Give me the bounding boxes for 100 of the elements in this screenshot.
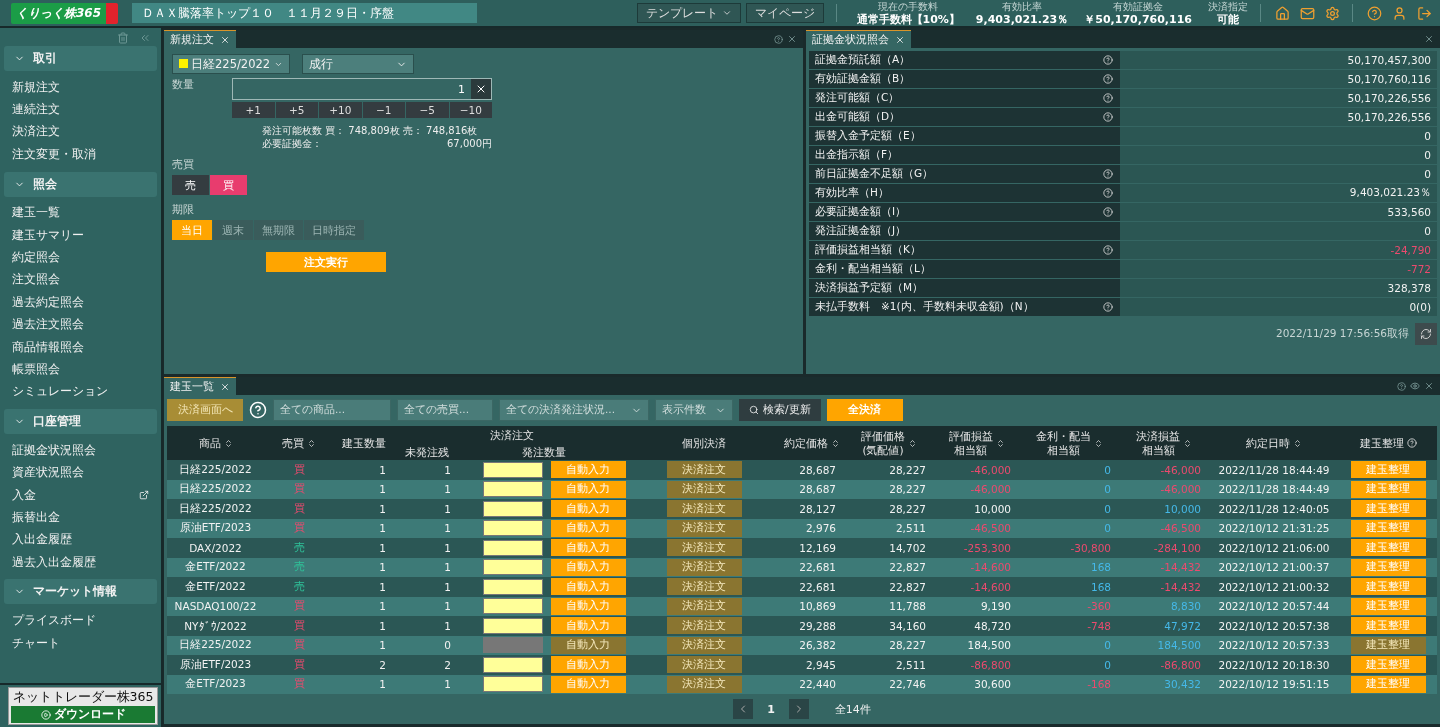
step-button[interactable]: +5 [275, 102, 318, 118]
sidebar-item[interactable]: 資産状況照会 [12, 465, 84, 481]
page-number[interactable]: 1 [759, 702, 783, 716]
sidebar-item[interactable]: 入金 [12, 487, 36, 503]
close-icon [220, 381, 230, 392]
table-cell-text: 買 [292, 482, 306, 497]
sidebar-item[interactable]: 連続注文 [12, 102, 60, 118]
sidebar-item[interactable]: 商品情報照会 [12, 339, 84, 355]
sidebar-item[interactable]: 証拠金状況照会 [12, 442, 96, 458]
sidebar-section[interactable]: 口座管理 [4, 409, 157, 435]
side-filter[interactable]: 全ての売買... [397, 399, 493, 421]
step-button[interactable]: −5 [406, 102, 449, 118]
column-header[interactable]: 金利・配当 [1035, 429, 1091, 443]
sidebar-item[interactable]: 建玉サマリー [12, 227, 84, 243]
step-button[interactable]: −1 [362, 102, 405, 118]
panel-tab[interactable]: 証拠金状況照会 [806, 30, 911, 48]
column-header[interactable]: 決済損益 [1136, 429, 1180, 443]
sidebar-section[interactable]: 照会 [4, 171, 157, 197]
sidebar-item[interactable]: 新規注文 [12, 79, 60, 95]
mail-icon[interactable] [1300, 5, 1315, 21]
search-button[interactable]: 検索/更新 [739, 399, 821, 421]
user-icon[interactable] [1392, 5, 1407, 21]
sidebar-section[interactable]: マーケット情報 [4, 579, 157, 605]
order-type-select[interactable]: 成行 [302, 54, 414, 74]
sidebar-item[interactable]: チャート [12, 635, 60, 651]
help-icon[interactable] [774, 34, 783, 44]
column-header[interactable]: 相当額 [954, 443, 987, 457]
sidebar-item[interactable]: 注文照会 [12, 272, 60, 288]
product-select[interactable]: 日経225/2022 [172, 54, 290, 74]
download-button[interactable]: ネットトレーダー株365 ダウンロード [8, 687, 158, 725]
quantity-input[interactable] [483, 676, 543, 693]
period-toggle[interactable]: 日時指定 [304, 220, 364, 240]
column-header[interactable]: 相当額 [1141, 443, 1175, 457]
quantity-input[interactable] [483, 598, 543, 615]
quantity-input[interactable] [483, 578, 543, 595]
sidebar-item[interactable]: 約定照会 [12, 250, 60, 266]
sidebar-item[interactable]: 過去約定照会 [12, 294, 84, 310]
column-header[interactable]: 商品 [198, 436, 221, 450]
period-toggle[interactable]: 無期限 [254, 220, 303, 240]
column-header[interactable]: 約定日時 [1246, 436, 1290, 450]
help-icon[interactable] [1397, 381, 1406, 391]
sidebar-item[interactable]: シミュレーション [12, 384, 108, 400]
help-icon[interactable] [1367, 5, 1382, 21]
product-filter[interactable]: 全ての商品... [273, 399, 391, 421]
quantity-input[interactable] [483, 617, 543, 634]
news-ticker[interactable]: ＤＡＸ騰落率トップ１０ １１月２９日・序盤 [132, 3, 478, 23]
side-toggle[interactable]: 売 [172, 175, 209, 195]
column-header[interactable]: 約定価格 [783, 436, 828, 450]
table-cell-text: 1 [378, 483, 387, 496]
quantity-input[interactable] [483, 539, 543, 556]
sidebar-item[interactable]: 注文変更・取消 [12, 146, 96, 162]
clear-button[interactable] [471, 79, 491, 99]
logout-icon[interactable] [1417, 5, 1432, 21]
close-icon[interactable] [787, 34, 797, 44]
column-header[interactable]: 評価価格 [861, 429, 905, 443]
sidebar-item[interactable]: 振替出金 [12, 509, 60, 525]
close-icon[interactable] [1424, 34, 1434, 44]
quantity-input[interactable] [483, 500, 543, 517]
table-cell-text: 2,976 [804, 522, 837, 535]
status-select[interactable]: 全ての決済発注状況... [499, 399, 649, 421]
quantity-input[interactable] [483, 656, 543, 673]
close-icon[interactable] [1424, 381, 1434, 391]
quantity-input[interactable] [483, 520, 543, 537]
stat-value: 9,403,021.23％ [975, 13, 1069, 26]
home-icon[interactable] [1275, 5, 1290, 21]
panel-tab[interactable]: 新規注文 [164, 30, 236, 48]
sort-icon [1093, 438, 1103, 448]
timestamp: 2022/11/29 17:56:56取得 [1276, 327, 1409, 341]
column-header[interactable]: (気配値) [862, 443, 904, 457]
auto-fill-button[interactable]: 自動入力 [550, 636, 626, 654]
quantity-field[interactable]: 1 [232, 78, 492, 100]
sidebar-item[interactable]: プライスボード [12, 613, 96, 629]
mypage-button[interactable]: マイページ [745, 3, 824, 23]
sidebar-item[interactable]: 入出金履歴 [12, 532, 72, 548]
table-cell-text: 日経225/2022 [178, 482, 253, 497]
quantity-input[interactable] [483, 481, 543, 498]
eye-icon[interactable] [1410, 381, 1420, 391]
sidebar-item[interactable]: 過去注文照会 [12, 317, 84, 333]
side-toggle[interactable]: 買 [210, 175, 247, 195]
refresh-button[interactable] [1415, 323, 1437, 345]
step-button[interactable]: −10 [449, 102, 492, 118]
sidebar-item[interactable]: 帳票照会 [12, 362, 60, 377]
count-select[interactable]: 表示件数 [655, 399, 733, 421]
sidebar-section[interactable]: 取引 [4, 46, 157, 71]
quantity-input[interactable]: 1 [233, 79, 471, 99]
color-swatch [179, 58, 188, 68]
settings-icon[interactable] [1325, 5, 1340, 21]
sidebar-item[interactable]: 建玉一覧 [12, 205, 60, 221]
column-header[interactable]: 評価損益 [948, 429, 993, 443]
column-header[interactable]: 売買 [282, 436, 304, 450]
quantity-input[interactable] [483, 559, 543, 576]
period-toggle[interactable]: 週末 [213, 220, 253, 240]
panel-tab[interactable]: 建玉一覧 [164, 377, 236, 395]
step-button[interactable]: +10 [319, 102, 362, 118]
template-dropdown[interactable]: テンプレート [636, 3, 741, 23]
step-button[interactable]: +1 [232, 102, 275, 118]
sidebar-item[interactable]: 過去入出金履歴 [12, 554, 96, 570]
sidebar-item[interactable]: 決済注文 [12, 124, 60, 140]
column-header[interactable]: 相当額 [1046, 443, 1080, 457]
quantity-input[interactable] [483, 461, 543, 478]
